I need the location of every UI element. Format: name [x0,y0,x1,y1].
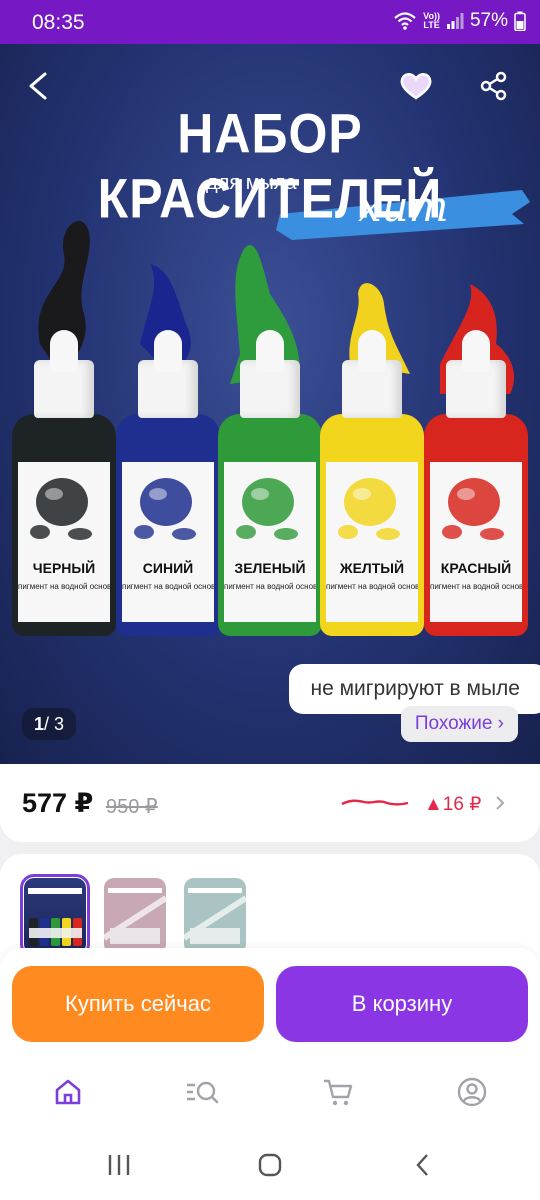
pager-total: / 3 [44,714,65,734]
network-type: Vo)) LTE [423,12,440,30]
old-price: 950 ₽ [106,796,158,818]
battery-icon [514,11,526,31]
status-bar: 08:35 Vo)) LTE 57% [0,0,540,44]
home-system-button[interactable] [253,1150,287,1180]
recent-apps-button[interactable] [102,1150,136,1180]
share-icon [480,71,507,101]
lte-label: LTE [423,20,440,30]
bottle-tip [358,330,386,372]
bottle-body: СИНИЙ пигмент на водной основе [116,414,220,636]
bottle-body: КРАСНЫЙ пигмент на водной основе [424,414,528,636]
paint-drop-graphic [30,478,92,540]
bottle-body: ЖЕЛТЫЙ пигмент на водной основе [320,414,424,636]
bottom-tab-bar [0,1056,540,1128]
pager-current: 1 [34,714,45,734]
bottle-tip [462,330,490,372]
bottle-tip [256,330,284,372]
bottle-name: КРАСНЫЙ [440,560,512,576]
bottle-4: ЖЕЛТЫЙ пигмент на водной основе [320,330,424,640]
status-icons: Vo)) LTE 57% [393,10,526,32]
share-button[interactable] [474,66,514,106]
bottle-name: ЧЕРНЫЙ [32,560,96,576]
bottle-label: СИНИЙ пигмент на водной основе [122,462,214,622]
bottle-1: ЧЕРНЫЙ пигмент на водной основе [12,330,116,640]
product-image-gallery[interactable]: НАБОР КРАСИТЕЛЕЙ для мыла хит ЧЕРНЫЙ пигм… [0,44,540,764]
thumbnail-2[interactable] [104,878,166,954]
bottle-description: пигмент на водной основе [326,582,418,591]
heart-icon [400,72,432,100]
paint-drop-graphic [442,478,504,540]
paint-drop-graphic [338,478,400,540]
home-icon [55,1079,81,1105]
home-circle-icon [258,1153,282,1177]
bottle-label: ЧЕРНЫЙ пигмент на водной основе [18,462,110,622]
bottle-tip [154,330,182,372]
price-change: ▲16 ₽ [424,794,482,815]
price-card[interactable]: 577 ₽ 950 ₽ ▲16 ₽ [0,764,540,842]
thumbnail-1[interactable] [20,874,90,958]
system-navigation-bar [0,1128,540,1200]
back-chevron-icon [416,1154,428,1176]
buy-now-button[interactable]: Купить сейчас [12,966,264,1042]
price-trend-sparkline [341,799,409,806]
thumbnail-3-image [184,888,246,944]
bottle-description: пигмент на водной основе [122,582,214,591]
current-price: 577 ₽ [22,788,94,818]
action-bar: Купить сейчас В корзину [0,948,540,1056]
tab-home[interactable] [50,1074,86,1110]
paint-drop-graphic [134,478,196,540]
signal-icon [446,13,464,29]
recent-apps-icon [108,1155,130,1175]
bottle-name: СИНИЙ [142,560,194,576]
tab-catalog[interactable] [184,1074,220,1110]
profile-icon [457,1077,487,1107]
status-time: 08:35 [32,11,85,34]
favorite-button[interactable] [396,66,436,106]
bottle-body: ЗЕЛЕНЫЙ пигмент на водной основе [218,414,322,636]
bottle-2: СИНИЙ пигмент на водной основе [116,330,220,640]
bottle-label: ЖЕЛТЫЙ пигмент на водной основе [326,462,418,622]
tab-profile[interactable] [454,1074,490,1110]
thumbnail-3[interactable] [184,878,246,954]
bottle-3: ЗЕЛЕНЫЙ пигмент на водной основе [218,330,322,640]
battery-percent: 57% [469,10,508,31]
add-to-cart-button[interactable]: В корзину [276,966,528,1042]
similar-products-button[interactable]: Похожие › [400,706,518,742]
back-button[interactable] [18,66,58,106]
back-arrow-icon [29,72,47,100]
thumbnail-1-image [28,888,82,946]
catalog-search-icon [187,1081,219,1104]
bottle-label: ЗЕЛЕНЫЙ пигмент на водной основе [224,462,316,622]
bottle-body: ЧЕРНЫЙ пигмент на водной основе [12,414,116,636]
bottle-description: пигмент на водной основе [224,582,316,591]
bottle-5: КРАСНЫЙ пигмент на водной основе [424,330,528,640]
bottle-description: пигмент на водной основе [430,582,522,591]
bottle-label: КРАСНЫЙ пигмент на водной основе [430,462,522,622]
image-pager: 1/ 3 [22,708,77,740]
tab-cart[interactable] [320,1074,356,1110]
bottle-name: ЗЕЛЕНЫЙ [234,560,306,576]
back-system-button[interactable] [406,1150,440,1180]
bottle-tip [50,330,78,372]
bottle-description: пигмент на водной основе [18,582,110,591]
thumbnail-2-image [104,888,166,944]
chevron-right-icon[interactable] [494,794,506,812]
paint-drop-graphic [236,478,298,540]
cart-icon [324,1079,353,1106]
bottle-name: ЖЕЛТЫЙ [339,560,405,576]
wifi-icon [394,12,416,30]
